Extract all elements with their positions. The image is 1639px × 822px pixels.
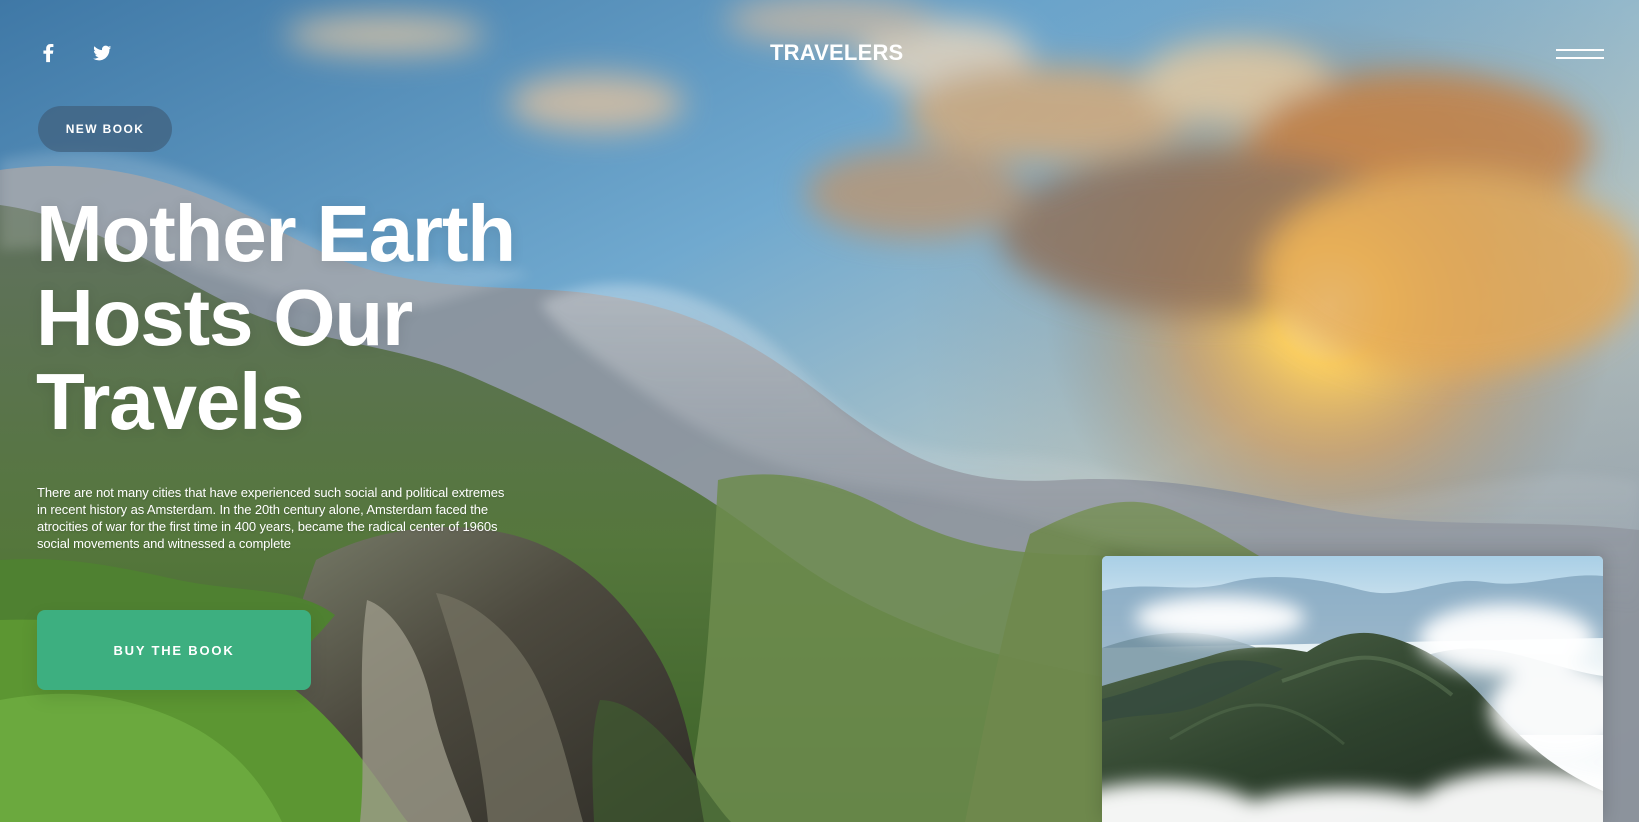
buy-the-book-button[interactable]: BUY THE BOOK xyxy=(37,610,311,690)
mountain-preview-image xyxy=(1102,556,1603,822)
hero-headline: Mother Earth Hosts Our Travels xyxy=(36,192,596,444)
new-book-badge[interactable]: NEW BOOK xyxy=(38,106,172,152)
site-header: TRAVELERS xyxy=(0,0,1639,110)
twitter-icon[interactable] xyxy=(90,42,114,64)
headline-line: Mother Earth xyxy=(36,189,516,278)
hamburger-menu-icon[interactable] xyxy=(1556,46,1604,62)
headline-line: Hosts Our xyxy=(36,273,413,362)
hero-section: TRAVELERS NEW BOOK Mother Earth Hosts Ou… xyxy=(0,0,1639,822)
social-links xyxy=(36,42,114,64)
headline-line: Travels xyxy=(36,357,305,446)
facebook-icon[interactable] xyxy=(36,42,60,64)
menu-line-top xyxy=(1556,49,1604,51)
hero-description: There are not many cities that have expe… xyxy=(37,485,505,551)
menu-line-bottom xyxy=(1556,57,1604,59)
brand-title[interactable]: TRAVELERS xyxy=(770,40,903,66)
mountain-preview-image-card[interactable] xyxy=(1102,556,1603,822)
